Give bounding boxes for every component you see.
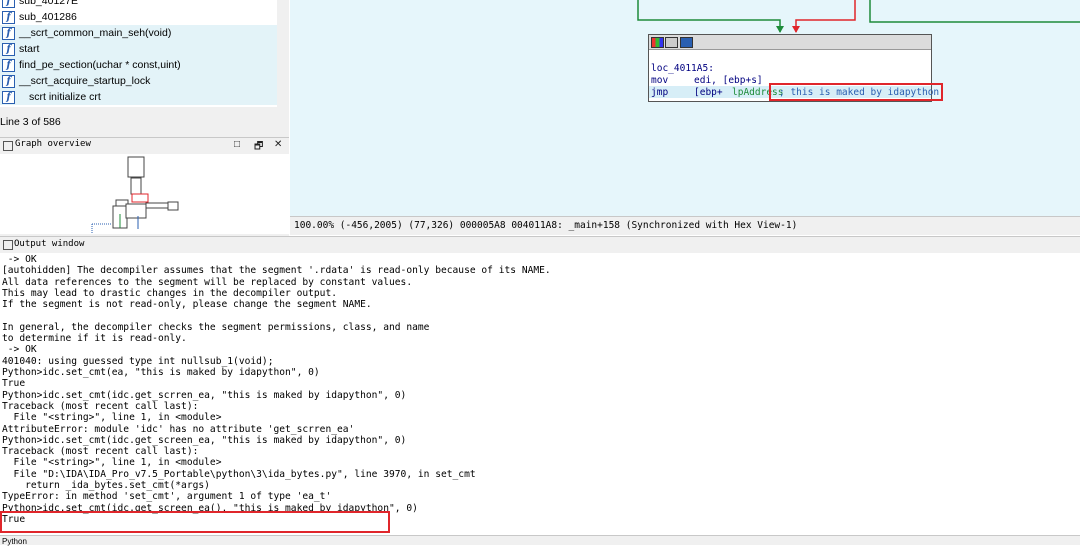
- minimap-viewport: [131, 193, 149, 203]
- function-list-item[interactable]: f __scrt_common_main_seh(void): [0, 25, 277, 41]
- text-view-icon[interactable]: [680, 37, 693, 48]
- function-icon: f: [2, 58, 15, 72]
- disassembly-graph-view[interactable]: [290, 0, 1080, 216]
- function-name: __scrt_acquire_startup_lock: [19, 75, 151, 87]
- output-window-title: Output window: [14, 239, 85, 249]
- graph-overview-titlebar: Graph overview □ 🗗 ✕: [0, 137, 289, 155]
- output-line: TypeError: in method 'set_cmt', argument…: [2, 491, 332, 503]
- graph-status-bar: 100.00% (-456,2005) (77,326) 000005A8 00…: [290, 216, 1080, 235]
- function-icon: f: [2, 42, 15, 56]
- edge-green-right: [869, 0, 1080, 23]
- output-line: Traceback (most recent call last):: [2, 446, 199, 458]
- functions-list[interactable]: f sub_40127E f sub_401286 f __scrt_common_mai…: [0, 0, 278, 107]
- output-line: File "<string>", line 1, in <module>: [2, 412, 222, 424]
- function-name: __scrt_common_main_seh(void): [19, 27, 172, 39]
- restore-button[interactable]: □: [234, 139, 240, 150]
- graph-status-text: 100.00% (-456,2005) (77,326) 000005A8 00…: [294, 220, 798, 231]
- function-icon: f: [2, 0, 15, 8]
- output-line: Python>idc.set_cmt(idc.get_scrren_ea, "t…: [2, 389, 407, 401]
- graph-overview-title: Graph overview: [15, 139, 91, 149]
- close-button[interactable]: ✕: [274, 139, 282, 150]
- output-window-icon: [3, 240, 13, 250]
- output-line: to determine if it is read-only.: [2, 333, 187, 345]
- output-line: Python>idc.set_cmt(ea, "this is maked by…: [2, 367, 320, 378]
- function-icon: f: [2, 74, 15, 88]
- command-highlight-box: [0, 511, 390, 533]
- node-header: [649, 35, 931, 50]
- output-window-titlebar: Output window: [0, 236, 1080, 254]
- function-icon: f: [2, 90, 15, 104]
- output-line: True: [2, 378, 26, 390]
- functions-list-scrollbar[interactable]: [277, 0, 289, 107]
- function-list-item[interactable]: f start: [0, 41, 277, 57]
- output-window-text[interactable]: -> OK [autohidden] The decompiler assumes…: [0, 253, 1080, 535]
- output-line: 401040: using guessed type int nullsub_1…: [2, 355, 274, 367]
- function-icon: f: [2, 26, 15, 40]
- output-line: Traceback (most recent call last):: [2, 400, 199, 412]
- output-line: -> OK: [2, 254, 37, 265]
- graph-edges: [637, 0, 1080, 33]
- function-list-item[interactable]: f sub_40127E: [0, 0, 277, 9]
- output-line: Python>idc.set_cmt(idc.get_screen_ea, "t…: [2, 434, 407, 446]
- function-list-item[interactable]: f sub_401286: [0, 9, 277, 25]
- minimap-node: [130, 177, 142, 195]
- asm-mnemonic: jmp: [651, 87, 669, 98]
- color-icon[interactable]: [651, 37, 664, 48]
- minimap-node: [125, 203, 147, 219]
- arrow-green-icon: [776, 26, 784, 33]
- output-line: File "<string>", line 1, in <module>: [2, 457, 222, 469]
- function-name: sub_40127E: [19, 0, 78, 7]
- function-icon: f: [2, 10, 15, 24]
- output-line: return _ida_bytes.set_cmt(*args): [2, 480, 210, 491]
- graph-icon[interactable]: [665, 37, 678, 48]
- function-name: sub_401286: [19, 11, 77, 23]
- asm-operands: edi, [ebp+s]: [694, 75, 763, 86]
- minimap-node: [127, 156, 145, 178]
- function-list-item[interactable]: f find_pe_section(uchar * const,uint): [0, 57, 277, 73]
- output-line: AttributeError: module 'idc' has no attr…: [2, 423, 355, 435]
- output-line: All data references to the segment will …: [2, 276, 413, 288]
- asm-mnemonic: mov: [651, 75, 669, 86]
- function-name: scrt initialize crt: [29, 91, 101, 103]
- functions-status-line: Line 3 of 586: [0, 116, 61, 128]
- output-line: -> OK: [2, 344, 37, 356]
- output-line: [autohidden] The decompiler assumes that…: [2, 265, 551, 277]
- function-name: find_pe_section(uchar * const,uint): [19, 59, 181, 71]
- edge-red: [795, 0, 856, 32]
- function-name: start: [19, 43, 40, 55]
- asm-operands: [ebp+: [694, 87, 723, 98]
- function-list-item[interactable]: f scrt initialize crt: [0, 89, 277, 105]
- minimap-node: [167, 201, 179, 211]
- function-list-item[interactable]: f __scrt_acquire_startup_lock: [0, 73, 277, 89]
- python-tab-label[interactable]: Python: [2, 537, 27, 546]
- arrow-red-icon: [792, 26, 800, 33]
- graph-overview-icon: [3, 141, 13, 151]
- comment-highlight-box: [769, 83, 943, 101]
- minimap-node: [145, 202, 171, 209]
- graph-overview-minimap: [91, 156, 179, 234]
- edge-green: [637, 0, 781, 32]
- node-label: loc_4011A5:: [651, 63, 714, 74]
- output-line: If the segment is not read-only, please …: [2, 299, 372, 311]
- graph-overview-canvas[interactable]: [0, 154, 289, 234]
- output-line: File "D:\IDA\IDA_Pro_v7.5_Portable\pytho…: [2, 468, 476, 480]
- output-line: In general, the decompiler checks the se…: [2, 321, 430, 333]
- output-line: This may lead to drastic changes in the …: [2, 287, 338, 299]
